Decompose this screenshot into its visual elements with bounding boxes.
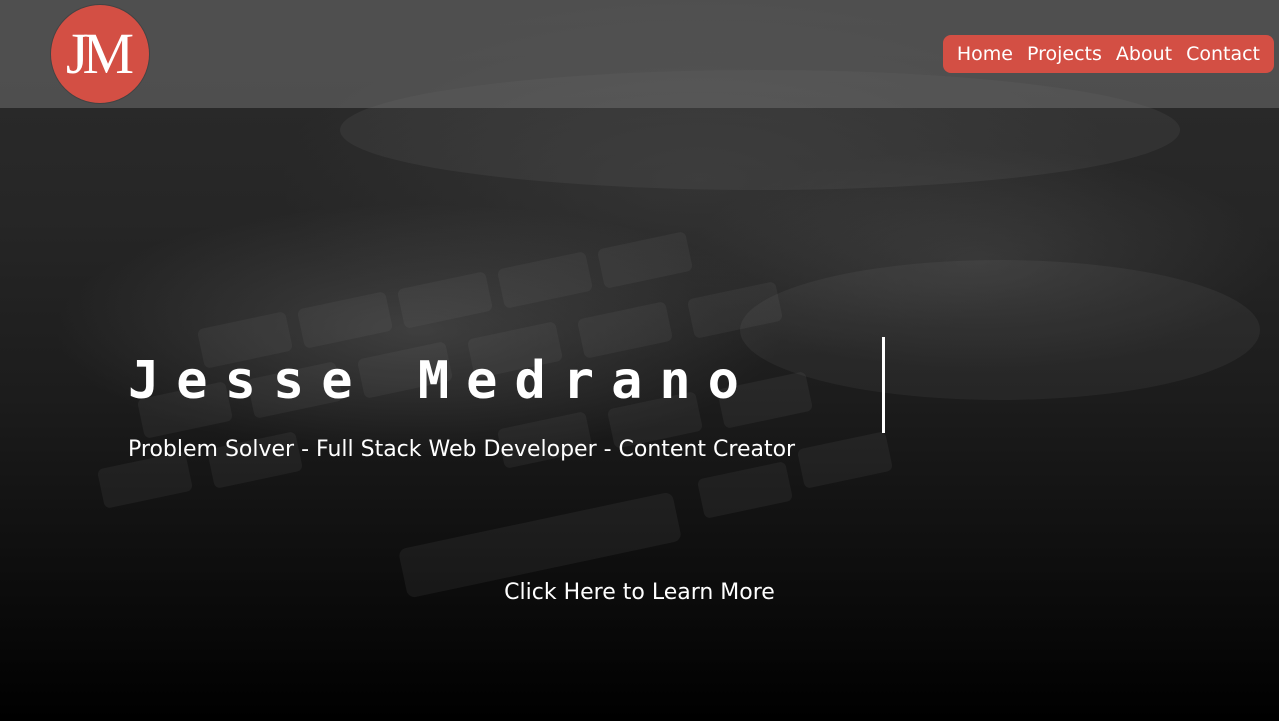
main-nav: Home Projects About Contact [942,35,1274,73]
site-header: JM Home Projects About Contact [0,0,1279,108]
nav-item-projects[interactable]: Projects [1020,43,1109,65]
hero-name: Jesse Medrano [128,351,756,411]
logo-text: JM [65,21,134,86]
learn-more-link[interactable]: Click Here to Learn More [0,580,1279,605]
logo[interactable]: JM [51,5,149,103]
nav-item-contact[interactable]: Contact [1179,43,1267,65]
typing-cursor [882,337,885,433]
nav-item-about[interactable]: About [1109,43,1179,65]
hero-tagline: Problem Solver - Full Stack Web Develope… [128,437,796,462]
hero-section: JM Home Projects About Contact Jesse Med… [0,0,1279,721]
nav-item-home[interactable]: Home [950,43,1020,65]
